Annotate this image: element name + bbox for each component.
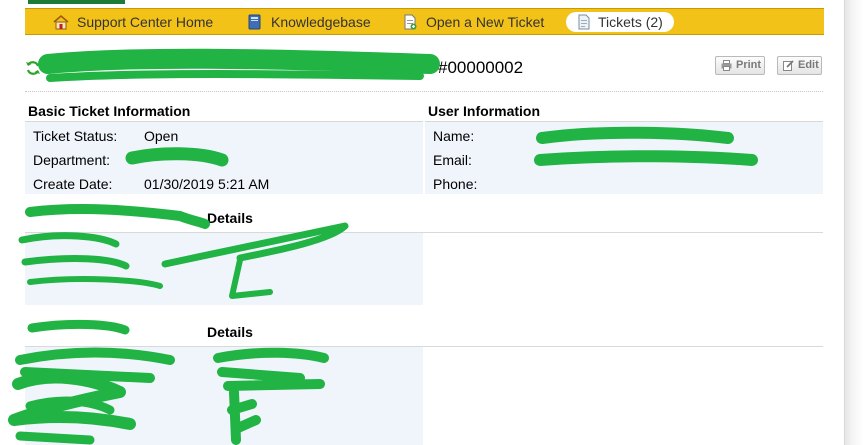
section3-heading: Details xyxy=(207,324,253,340)
edit-button[interactable]: Edit xyxy=(777,56,822,75)
main-nav: Support Center Home Knowledgebase Open a… xyxy=(25,8,824,35)
print-icon xyxy=(721,60,732,71)
print-button[interactable]: Print xyxy=(715,56,765,75)
create-date-label: Create Date: xyxy=(33,176,113,192)
edit-icon xyxy=(783,60,794,71)
refresh-icon[interactable] xyxy=(25,60,41,76)
user-info-table xyxy=(425,122,823,194)
book-icon xyxy=(248,14,261,30)
top-accent-bar xyxy=(28,0,125,4)
nav-tickets[interactable]: Tickets (2) xyxy=(566,12,674,32)
section3-table xyxy=(25,347,423,445)
nav-label: Open a New Ticket xyxy=(426,14,545,30)
home-icon xyxy=(53,14,69,30)
window-edge xyxy=(844,0,863,445)
nav-label: Support Center Home xyxy=(77,14,214,30)
section2-heading: Details xyxy=(207,210,253,226)
print-label: Print xyxy=(736,59,762,71)
nav-knowledgebase[interactable]: Knowledgebase xyxy=(247,12,377,32)
section2-table xyxy=(25,233,423,305)
user-info-heading: User Information xyxy=(428,103,541,119)
basic-info-heading: Basic Ticket Information xyxy=(28,103,191,119)
edit-label: Edit xyxy=(798,59,819,71)
ticket-status-label: Ticket Status: xyxy=(33,128,118,144)
ticket-number: #00000002 xyxy=(438,58,524,77)
nav-label: Knowledgebase xyxy=(271,14,371,30)
nav-support-center-home[interactable]: Support Center Home xyxy=(53,12,223,32)
new-ticket-icon xyxy=(404,14,417,30)
ticket-icon xyxy=(578,14,590,30)
department-label: Department: xyxy=(33,152,111,168)
ticket-status-value: Open xyxy=(144,128,179,144)
title-divider xyxy=(25,91,823,92)
user-phone-label: Phone: xyxy=(433,176,478,192)
nav-open-new-ticket[interactable]: Open a New Ticket xyxy=(402,12,552,32)
nav-label: Tickets (2) xyxy=(598,14,663,30)
create-date-value: 01/30/2019 5:21 AM xyxy=(144,176,270,192)
user-name-label: Name: xyxy=(433,128,475,144)
user-email-label: Email: xyxy=(433,152,472,168)
